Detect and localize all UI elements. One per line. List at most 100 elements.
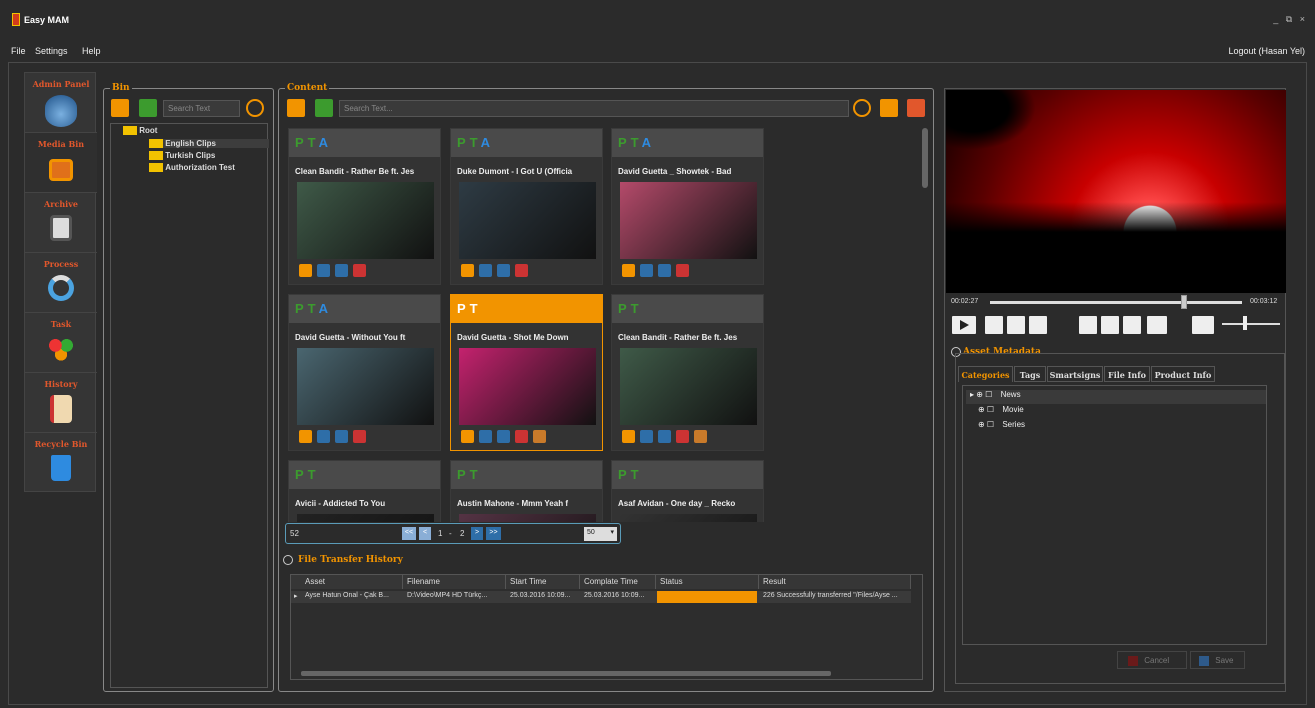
category-row[interactable]: ▸ ⊕ ☐ News	[966, 390, 1266, 404]
add-icon[interactable]	[139, 99, 157, 117]
grid-view-icon[interactable]	[907, 99, 925, 117]
col-status[interactable]: Status	[656, 575, 759, 589]
restore-button[interactable]: ⧉	[1286, 14, 1292, 24]
refresh-icon[interactable]	[111, 99, 129, 117]
col-result[interactable]: Result	[759, 575, 911, 589]
asset-card[interactable]: PT Austin Mahone - Mmm Yeah f	[450, 460, 603, 522]
card-thumbnail[interactable]	[620, 182, 757, 259]
edit-icon[interactable]	[622, 264, 635, 277]
bin-search-input[interactable]: Search Text	[163, 100, 240, 117]
delete-icon[interactable]	[515, 430, 528, 443]
logout-link[interactable]: Logout (Hasan Yel)	[1228, 46, 1305, 56]
package-icon[interactable]	[533, 430, 546, 443]
rewind-button[interactable]	[985, 316, 1003, 334]
info-icon[interactable]	[317, 264, 330, 277]
delete-icon[interactable]	[353, 430, 366, 443]
next-page-button[interactable]: >	[471, 527, 483, 540]
delete-icon[interactable]	[515, 264, 528, 277]
asset-card[interactable]: PTA Duke Dumont - I Got U (Officia	[450, 128, 603, 285]
add-icon[interactable]	[315, 99, 333, 117]
key-icon[interactable]	[335, 264, 348, 277]
package-icon[interactable]	[694, 430, 707, 443]
edit-icon[interactable]	[622, 430, 635, 443]
forward-button[interactable]	[1029, 316, 1047, 334]
minimize-button[interactable]: _	[1273, 14, 1278, 24]
nav-admin-panel[interactable]: Admin Panel	[25, 73, 97, 133]
edit-icon[interactable]	[461, 264, 474, 277]
key-icon[interactable]	[658, 430, 671, 443]
asset-card[interactable]: PTA Clean Bandit - Rather Be ft. Jes	[288, 128, 441, 285]
horizontal-scrollbar[interactable]	[301, 671, 831, 676]
col-complete-time[interactable]: Complate Time	[580, 575, 656, 589]
volume-handle[interactable]	[1243, 316, 1248, 330]
save-button[interactable]: Save	[1190, 651, 1245, 669]
clip-button[interactable]	[1123, 316, 1141, 334]
info-icon[interactable]	[640, 264, 653, 277]
asset-card[interactable]: PTA David Guetta - Without You ft	[288, 294, 441, 451]
tab-smartsigns[interactable]: Smartsigns	[1047, 366, 1103, 382]
card-thumbnail[interactable]	[297, 514, 434, 522]
video-preview[interactable]	[946, 90, 1286, 293]
tree-root[interactable]: Root	[123, 126, 157, 136]
card-thumbnail[interactable]	[459, 514, 596, 522]
info-icon[interactable]	[479, 264, 492, 277]
edit-icon[interactable]	[299, 430, 312, 443]
refresh-icon[interactable]	[287, 99, 305, 117]
nav-task[interactable]: Task	[25, 313, 97, 373]
tab-tags[interactable]: Tags	[1014, 366, 1046, 382]
key-icon[interactable]	[497, 430, 510, 443]
play-button[interactable]	[952, 316, 976, 334]
menu-settings[interactable]: Settings	[35, 46, 68, 56]
delete-icon[interactable]	[353, 264, 366, 277]
last-page-button[interactable]: >>	[486, 527, 501, 540]
delete-icon[interactable]	[676, 430, 689, 443]
seek-bar[interactable]	[990, 301, 1242, 304]
page-size-select[interactable]: 50 ▾	[584, 527, 617, 541]
first-page-button[interactable]: <<	[402, 527, 416, 540]
card-thumbnail[interactable]	[459, 182, 596, 259]
volume-slider[interactable]	[1222, 323, 1280, 325]
tree-item[interactable]: English Clips	[149, 139, 269, 149]
cancel-button[interactable]: Cancel	[1117, 651, 1187, 669]
prev-page-button[interactable]: <	[419, 527, 431, 540]
nav-history[interactable]: History	[25, 373, 97, 433]
nav-process[interactable]: Process	[25, 253, 97, 313]
filter-icon[interactable]	[880, 99, 898, 117]
card-thumbnail[interactable]	[459, 348, 596, 425]
menu-file[interactable]: File	[11, 46, 26, 56]
tree-item[interactable]: Turkish Clips	[149, 151, 215, 161]
edit-icon[interactable]	[461, 430, 474, 443]
card-thumbnail[interactable]	[620, 348, 757, 425]
card-thumbnail[interactable]	[620, 514, 757, 522]
tree-item[interactable]: Authorization Test	[149, 163, 235, 173]
bin-search-icon[interactable]	[246, 99, 264, 117]
asset-card[interactable]: PT Clean Bandit - Rather Be ft. Jes	[611, 294, 764, 451]
key-icon[interactable]	[658, 264, 671, 277]
delete-icon[interactable]	[676, 264, 689, 277]
stop-button[interactable]	[1007, 316, 1025, 334]
table-row[interactable]: ▸ Ayse Hatun Onal - Çak B... D:\Video\MP…	[291, 591, 911, 603]
mark-in-button[interactable]	[1079, 316, 1097, 334]
edit-icon[interactable]	[299, 264, 312, 277]
card-thumbnail[interactable]	[297, 182, 434, 259]
info-icon[interactable]	[317, 430, 330, 443]
nav-media-bin[interactable]: Media Bin	[25, 133, 97, 193]
mark-out-button[interactable]	[1101, 316, 1119, 334]
scrollbar[interactable]	[922, 128, 928, 188]
add-clip-button[interactable]	[1147, 316, 1167, 334]
category-row[interactable]: ⊕ ☐ Series	[966, 420, 1025, 434]
info-icon[interactable]	[479, 430, 492, 443]
col-filename[interactable]: Filename	[403, 575, 506, 589]
asset-card[interactable]: PT David Guetta - Shot Me Down	[450, 294, 603, 451]
asset-card[interactable]: PT Avicii - Addicted To You	[288, 460, 441, 522]
tab-file-info[interactable]: File Info	[1104, 366, 1150, 382]
nav-recycle-bin[interactable]: Recycle Bin	[25, 433, 97, 493]
asset-card[interactable]: PTA David Guetta _ Showtek - Bad	[611, 128, 764, 285]
asset-card[interactable]: PT Asaf Avidan - One day _ Recko	[611, 460, 764, 522]
tab-product-info[interactable]: Product Info	[1151, 366, 1215, 382]
col-asset[interactable]: Asset	[301, 575, 403, 589]
transfer-collapse-icon[interactable]	[283, 555, 293, 565]
tab-categories[interactable]: Categories	[958, 366, 1013, 382]
col-start-time[interactable]: Start Time	[506, 575, 580, 589]
volume-icon[interactable]	[1192, 316, 1214, 334]
